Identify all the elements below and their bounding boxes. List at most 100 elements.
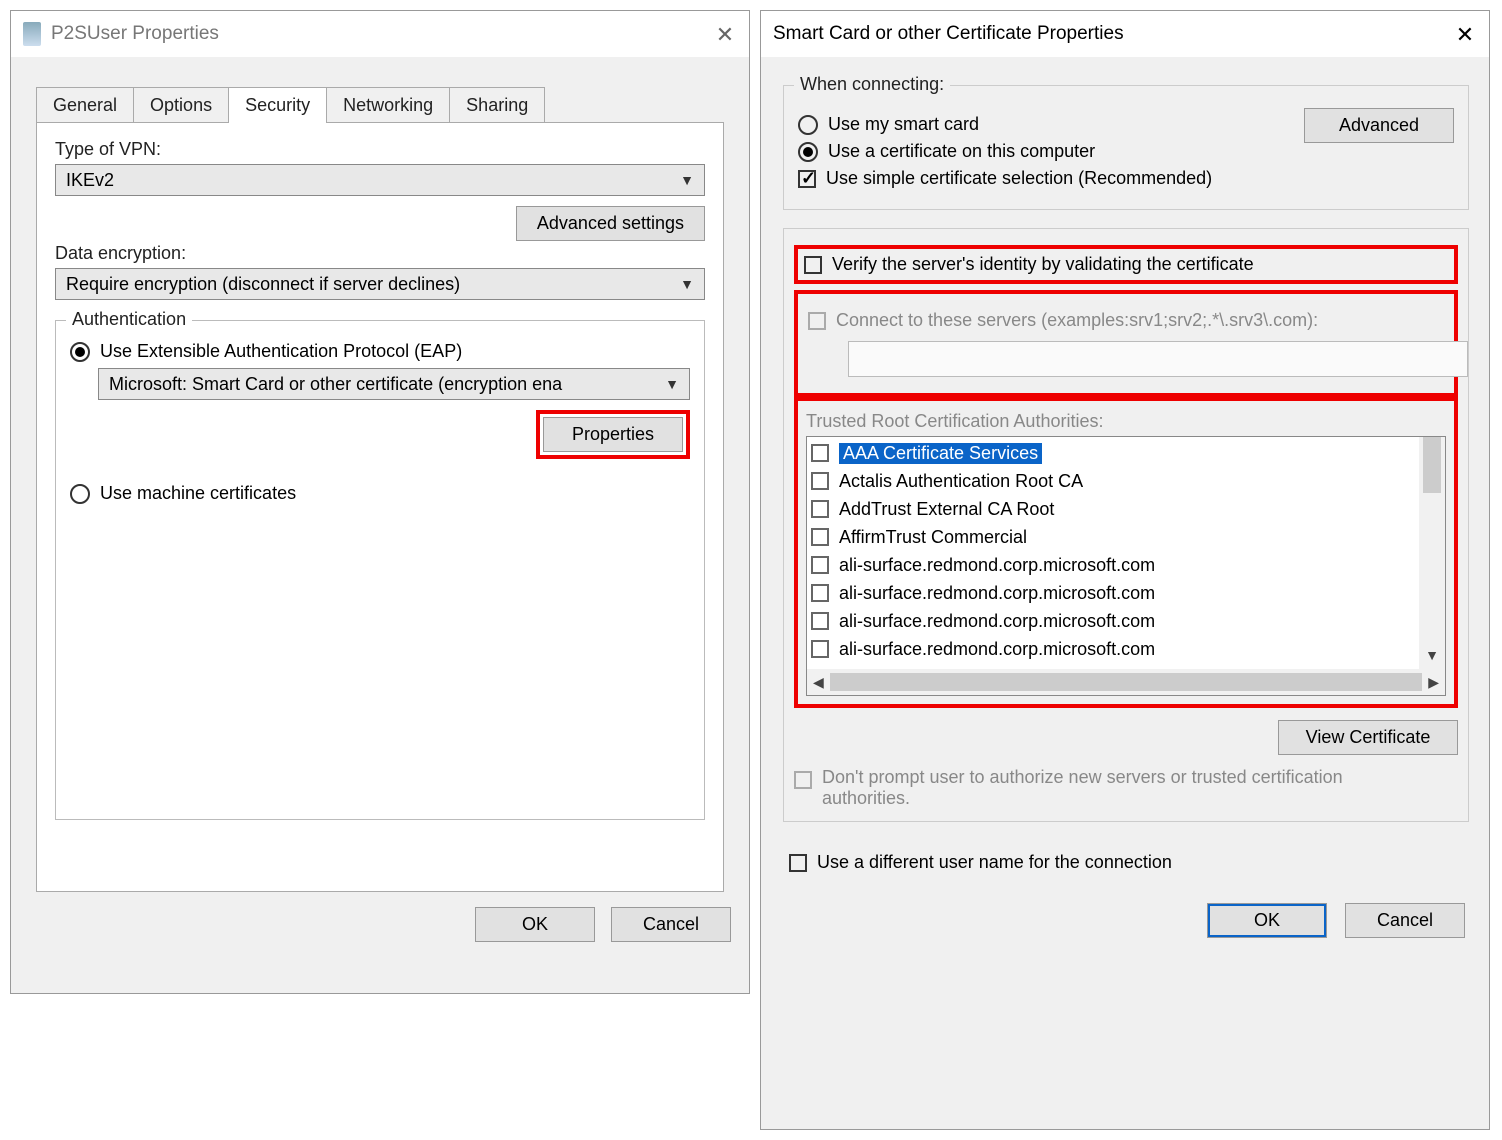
- p2suser-properties-window: P2SUser Properties ✕ General Options Sec…: [10, 10, 750, 994]
- chk-different-user-row[interactable]: Use a different user name for the connec…: [789, 852, 1469, 873]
- window-icon: [23, 22, 41, 46]
- ca-item[interactable]: ali-surface.redmond.corp.microsoft.com: [811, 607, 1419, 635]
- chevron-down-icon: ▼: [680, 172, 694, 188]
- eap-method-dropdown[interactable]: Microsoft: Smart Card or other certifica…: [98, 368, 690, 400]
- advanced-settings-button[interactable]: Advanced settings: [516, 206, 705, 241]
- scroll-right-icon[interactable]: ▶: [1428, 674, 1439, 691]
- data-encryption-dropdown[interactable]: Require encryption (disconnect if server…: [55, 268, 705, 300]
- tab-general[interactable]: General: [36, 87, 134, 123]
- ca-item-checkbox[interactable]: [811, 612, 829, 630]
- verify-group: Verify the server's identity by validati…: [783, 228, 1469, 822]
- ca-item-checkbox[interactable]: [811, 444, 829, 462]
- ca-item-label: ali-surface.redmond.corp.microsoft.com: [839, 611, 1155, 632]
- ok-button[interactable]: OK: [475, 907, 595, 942]
- ca-item[interactable]: ali-surface.redmond.corp.microsoft.com: [811, 551, 1419, 579]
- trusted-root-highlight: Trusted Root Certification Authorities: …: [794, 397, 1458, 708]
- eap-method-value: Microsoft: Smart Card or other certifica…: [109, 374, 665, 395]
- radio-use-smartcard[interactable]: [798, 115, 818, 135]
- ca-item[interactable]: AffirmTrust Commercial: [811, 523, 1419, 551]
- tab-options[interactable]: Options: [133, 87, 229, 123]
- cancel-button[interactable]: Cancel: [1345, 903, 1465, 938]
- titlebar: P2SUser Properties ✕: [11, 11, 749, 57]
- ca-item[interactable]: Actalis Authentication Root CA: [811, 467, 1419, 495]
- window-title: P2SUser Properties: [51, 23, 713, 45]
- ok-button[interactable]: OK: [1207, 903, 1327, 938]
- tab-strip: General Options Security Networking Shar…: [36, 87, 749, 123]
- ca-item-label: ali-surface.redmond.corp.microsoft.com: [839, 583, 1155, 604]
- security-tab-body: Type of VPN: IKEv2 ▼ Advanced settings D…: [36, 122, 724, 892]
- ca-item[interactable]: ali-surface.redmond.corp.microsoft.com: [811, 635, 1419, 663]
- ca-item-checkbox[interactable]: [811, 556, 829, 574]
- close-icon[interactable]: ✕: [1453, 22, 1477, 46]
- data-encryption-value: Require encryption (disconnect if server…: [66, 274, 680, 295]
- dialog-button-row: OK Cancel: [11, 893, 749, 942]
- properties-highlight: Properties: [536, 410, 690, 459]
- vertical-scrollbar[interactable]: ▲ ▼: [1419, 437, 1445, 669]
- dialog-button-row: OK Cancel: [783, 903, 1469, 938]
- chk-different-user[interactable]: [789, 854, 807, 872]
- trusted-root-listbox[interactable]: AAA Certificate Services Actalis Authent…: [806, 436, 1446, 696]
- ca-item-label: AffirmTrust Commercial: [839, 527, 1027, 548]
- close-icon[interactable]: ✕: [713, 22, 737, 46]
- ca-item[interactable]: ali-surface.redmond.corp.microsoft.com: [811, 579, 1419, 607]
- chk-connect-servers-label: Connect to these servers (examples:srv1;…: [836, 310, 1318, 331]
- connect-servers-input: [848, 341, 1468, 377]
- chk-verify-server-identity[interactable]: [804, 256, 822, 274]
- ca-item-label: ali-surface.redmond.corp.microsoft.com: [839, 555, 1155, 576]
- ca-item-checkbox[interactable]: [811, 640, 829, 658]
- vpn-type-value: IKEv2: [66, 170, 680, 191]
- ca-item-label: Actalis Authentication Root CA: [839, 471, 1083, 492]
- authentication-group: Authentication Use Extensible Authentica…: [55, 320, 705, 820]
- verify-highlight: Verify the server's identity by validati…: [794, 245, 1458, 284]
- ca-item-checkbox[interactable]: [811, 500, 829, 518]
- radio-use-eap-row[interactable]: Use Extensible Authentication Protocol (…: [70, 341, 690, 362]
- chk-verify-row[interactable]: Verify the server's identity by validati…: [804, 254, 1448, 275]
- scroll-thumb[interactable]: [830, 673, 1422, 691]
- radio-machine-cert-label: Use machine certificates: [100, 483, 296, 504]
- radio-use-cert-computer[interactable]: [798, 142, 818, 162]
- ca-item-label: ali-surface.redmond.corp.microsoft.com: [839, 639, 1155, 660]
- data-encryption-label: Data encryption:: [55, 243, 705, 264]
- chk-connect-servers-row: Connect to these servers (examples:srv1;…: [808, 310, 1444, 331]
- dialog-body: When connecting: Advanced Use my smart c…: [761, 57, 1489, 938]
- chk-dont-prompt-label: Don't prompt user to authorize new serve…: [822, 767, 1382, 809]
- chk-dont-prompt: [794, 771, 812, 789]
- vpn-type-label: Type of VPN:: [55, 139, 705, 160]
- chk-connect-servers: [808, 312, 826, 330]
- radio-cert-computer-row[interactable]: Use a certificate on this computer: [798, 141, 1454, 162]
- chk-simple-selection[interactable]: [798, 170, 816, 188]
- when-connecting-legend: When connecting:: [794, 74, 950, 95]
- radio-machine-cert[interactable]: [70, 484, 90, 504]
- ca-item-label: AddTrust External CA Root: [839, 499, 1054, 520]
- radio-use-eap[interactable]: [70, 342, 90, 362]
- chevron-down-icon: ▼: [665, 376, 679, 392]
- view-certificate-button[interactable]: View Certificate: [1278, 720, 1458, 755]
- radio-machine-cert-row[interactable]: Use machine certificates: [70, 483, 690, 504]
- tab-security[interactable]: Security: [228, 87, 327, 123]
- chk-simple-selection-row[interactable]: Use simple certificate selection (Recomm…: [798, 168, 1454, 189]
- ca-item-checkbox[interactable]: [811, 472, 829, 490]
- scroll-left-icon[interactable]: ◀: [813, 674, 824, 691]
- chevron-down-icon: ▼: [680, 276, 694, 292]
- tab-sharing[interactable]: Sharing: [449, 87, 545, 123]
- ca-item[interactable]: AAA Certificate Services: [811, 439, 1419, 467]
- when-connecting-group: When connecting: Advanced Use my smart c…: [783, 85, 1469, 210]
- chk-different-user-label: Use a different user name for the connec…: [817, 852, 1172, 873]
- properties-button[interactable]: Properties: [543, 417, 683, 452]
- scroll-thumb[interactable]: [1423, 436, 1441, 493]
- scroll-down-icon[interactable]: ▼: [1425, 641, 1439, 669]
- advanced-button[interactable]: Advanced: [1304, 108, 1454, 143]
- ca-item-checkbox[interactable]: [811, 584, 829, 602]
- radio-use-cert-computer-label: Use a certificate on this computer: [828, 141, 1095, 162]
- ca-item[interactable]: AddTrust External CA Root: [811, 495, 1419, 523]
- smartcard-properties-window: Smart Card or other Certificate Properti…: [760, 10, 1490, 1130]
- tab-networking[interactable]: Networking: [326, 87, 450, 123]
- connect-servers-highlight: Connect to these servers (examples:srv1;…: [794, 290, 1458, 397]
- horizontal-scrollbar[interactable]: ◀ ▶: [807, 669, 1445, 695]
- radio-use-eap-label: Use Extensible Authentication Protocol (…: [100, 341, 462, 362]
- vpn-type-dropdown[interactable]: IKEv2 ▼: [55, 164, 705, 196]
- trusted-root-label: Trusted Root Certification Authorities:: [806, 411, 1446, 432]
- cancel-button[interactable]: Cancel: [611, 907, 731, 942]
- ca-item-label: AAA Certificate Services: [839, 443, 1042, 464]
- ca-item-checkbox[interactable]: [811, 528, 829, 546]
